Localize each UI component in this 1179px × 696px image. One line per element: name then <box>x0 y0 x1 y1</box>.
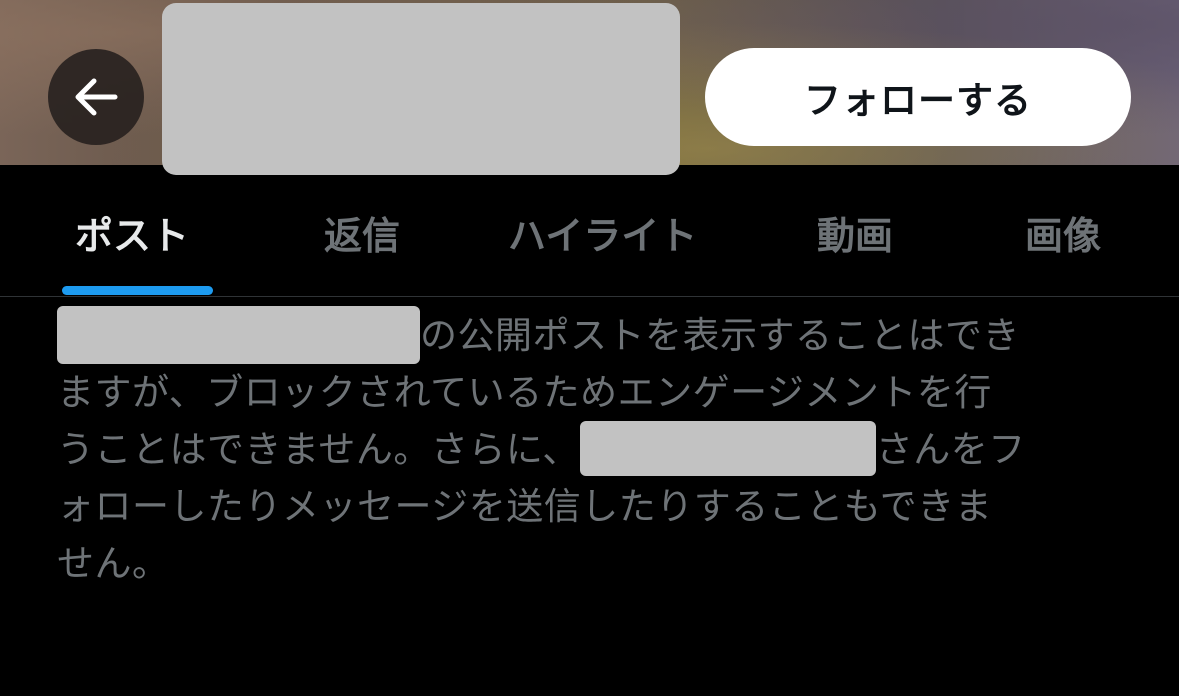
message-text: の公開ポストを表示することはでき <box>420 314 1020 357</box>
tab-replies[interactable]: 返信 <box>324 205 400 260</box>
active-tab-indicator <box>62 286 213 295</box>
back-button[interactable] <box>48 49 144 145</box>
redacted-username <box>57 306 420 364</box>
follow-button[interactable]: フォローする <box>705 48 1131 146</box>
arrow-left-icon <box>74 78 118 116</box>
tab-images[interactable]: 画像 <box>1025 205 1101 260</box>
tabs-divider <box>0 296 1179 297</box>
tab-posts[interactable]: ポスト <box>75 205 189 260</box>
message-text: さんをフ <box>875 428 1026 471</box>
tab-highlights[interactable]: ハイライト <box>508 205 697 260</box>
tab-videos[interactable]: 動画 <box>817 205 893 260</box>
profile-tabs: ポスト 返信 ハイライト 動画 画像 <box>0 165 1179 296</box>
message-text: うことはできません。さらに、 <box>57 428 580 471</box>
redacted-profile-name <box>162 3 680 175</box>
message-line-4: ォローしたりメッセージを送信したりすることもできま <box>57 485 993 528</box>
redacted-username <box>579 421 876 476</box>
message-line-5: せん。 <box>57 542 170 585</box>
message-line-2: ますが、ブロックされているためエンゲージメントを行 <box>57 371 992 414</box>
message-line-1: の公開ポストを表示することはでき <box>57 306 1020 364</box>
follow-button-label: フォローする <box>804 79 1032 122</box>
message-line-3: うことはできません。さらに、 さんをフ <box>57 421 1026 478</box>
